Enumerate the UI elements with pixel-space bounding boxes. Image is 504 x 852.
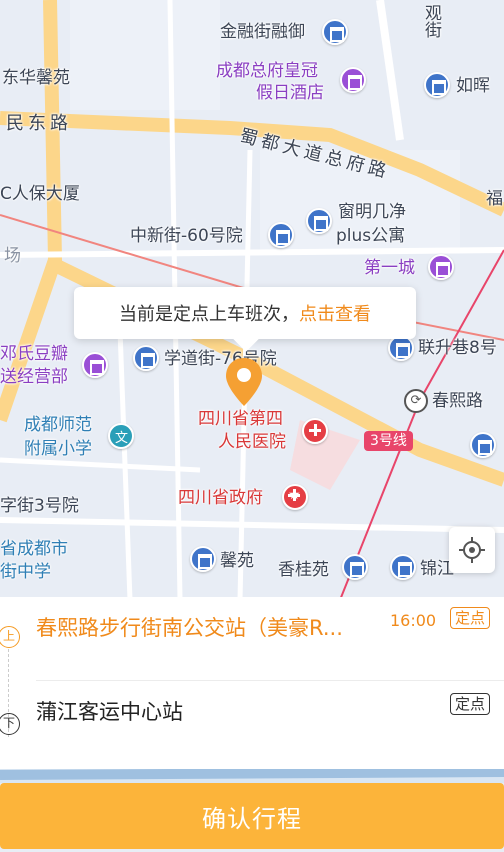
map-label: 附属小学	[24, 439, 92, 459]
map-label: 窗明几净	[338, 202, 406, 222]
pickup-badge: 上	[0, 626, 20, 648]
map-label: 中新街-60号院	[130, 226, 243, 246]
hospital-poi-icon	[302, 418, 328, 444]
pickup-stop-row[interactable]: 上 春熙路步行街南公交站（美豪R... 16:00 定点	[0, 597, 504, 681]
tooltip-text: 当前是定点上车班次，	[119, 304, 299, 325]
map-label: 四川省第四	[198, 409, 283, 429]
map-label: 第一城	[364, 258, 415, 278]
map-label: 人民医院	[218, 432, 286, 452]
map-label: 东华馨苑	[2, 68, 70, 88]
locate-button[interactable]	[449, 527, 495, 573]
pickup-time: 16:00	[390, 611, 437, 630]
dropoff-badge: 下	[0, 713, 20, 735]
jinrongjie-poi-icon	[322, 19, 348, 45]
pickup-fixed-tag: 定点	[450, 607, 491, 629]
map-label: 成都总府皇冠	[216, 61, 318, 81]
zhongxinjie-poi-icon	[268, 222, 294, 248]
pickup-info-tooltip[interactable]: 当前是定点上车班次， 点击查看	[74, 287, 416, 339]
map-label: 四川省政府	[178, 488, 263, 508]
map-label: 街中学	[0, 562, 51, 582]
map-label: 馨苑	[220, 551, 254, 571]
school-poi-icon	[108, 423, 134, 449]
map-label: 省成都市	[0, 539, 68, 559]
diyicheng-poi-icon	[428, 254, 454, 280]
xuedaojie-poi-icon	[133, 345, 159, 371]
dropoff-fixed-tag: 定点	[450, 693, 491, 715]
confirm-trip-button[interactable]: 确认行程	[0, 783, 504, 849]
map-label: 福	[486, 189, 503, 209]
road-label: 民东路	[6, 113, 72, 134]
map-label: 观街	[421, 4, 441, 38]
dropoff-stop-name: 蒲江客运中心站	[36, 700, 183, 724]
jinjiang-poi-icon	[390, 554, 416, 580]
trip-panel: 上 春熙路步行街南公交站（美豪R... 16:00 定点 下 蒲江客运中心站 定…	[0, 597, 504, 769]
crosshair-icon	[459, 537, 485, 563]
metro-station-icon: ⟳	[404, 389, 428, 413]
edge-poi-icon	[470, 432, 496, 458]
government-poi-icon	[282, 484, 308, 510]
location-pin-icon	[226, 358, 262, 406]
xinyuan-poi-icon	[190, 546, 216, 572]
dropoff-stop-row[interactable]: 下 蒲江客运中心站 定点	[0, 681, 504, 765]
map-label: 假日酒店	[256, 83, 324, 103]
map-label: 送经营部	[0, 367, 68, 387]
map-label: 字街3号院	[0, 496, 79, 516]
metro-line-badge: 3号线	[364, 431, 413, 451]
ruhui-poi-icon	[424, 72, 450, 98]
map-label: plus公寓	[336, 226, 406, 246]
map-label: 春熙路	[432, 391, 483, 411]
xiangguiyuan-poi-icon	[342, 554, 368, 580]
dengshi-poi-icon	[82, 352, 108, 378]
map-label: 邓氏豆瓣	[0, 344, 68, 364]
map-label: 金融街融御	[220, 22, 305, 42]
map-label: 场	[4, 246, 21, 266]
map-label: 如晖	[456, 76, 490, 96]
map-label: C人保大厦	[0, 184, 80, 204]
chuangming-poi-icon	[306, 208, 332, 234]
pickup-stop-name: 春熙路步行街南公交站（美豪R...	[36, 616, 343, 640]
hotel-poi-icon	[340, 67, 366, 93]
map-label: 成都师范	[24, 415, 92, 435]
view-details-link[interactable]: 点击查看	[299, 300, 371, 326]
map-label: 联升巷8号	[418, 338, 497, 358]
map-label: 香桂苑	[278, 560, 329, 580]
